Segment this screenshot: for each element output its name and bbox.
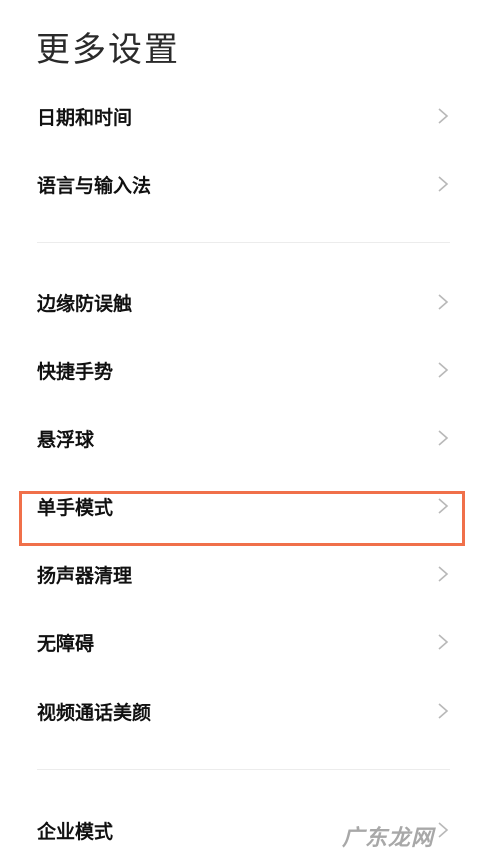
settings-item-label: 无障碍 — [37, 632, 95, 655]
settings-item-label: 企业模式 — [37, 820, 114, 843]
chevron-right-icon — [438, 430, 449, 446]
settings-item-label: 快捷手势 — [37, 360, 114, 383]
settings-item-label: 语言与输入法 — [37, 174, 152, 197]
settings-item-quick-gestures[interactable]: 快捷手势 — [0, 336, 479, 404]
chevron-right-icon — [438, 108, 449, 124]
settings-item-accessibility[interactable]: 无障碍 — [0, 608, 479, 676]
settings-item-edge-protection[interactable]: 边缘防误触 — [0, 268, 479, 336]
settings-item-date-time[interactable]: 日期和时间 — [0, 82, 479, 150]
settings-item-language-input[interactable]: 语言与输入法 — [0, 150, 479, 218]
settings-item-speaker-cleaning[interactable]: 扬声器清理 — [0, 540, 479, 608]
chevron-right-icon — [438, 176, 449, 192]
chevron-right-icon — [438, 566, 449, 582]
settings-item-floating-ball[interactable]: 悬浮球 — [0, 404, 479, 472]
settings-item-label: 扬声器清理 — [37, 564, 133, 587]
chevron-right-icon — [438, 294, 449, 310]
settings-item-label: 视频通话美颜 — [37, 701, 152, 724]
chevron-right-icon — [438, 634, 449, 650]
settings-item-label: 悬浮球 — [37, 428, 95, 451]
chevron-right-icon — [438, 822, 449, 838]
chevron-right-icon — [438, 362, 449, 378]
highlight-box — [19, 491, 465, 546]
chevron-right-icon — [438, 703, 449, 719]
page-title: 更多设置 — [36, 30, 180, 70]
watermark: 广东龙网 — [342, 826, 435, 851]
section-divider — [37, 242, 450, 243]
section-divider — [37, 769, 450, 770]
settings-item-label: 边缘防误触 — [37, 292, 133, 315]
settings-item-label: 日期和时间 — [37, 106, 133, 129]
settings-item-video-call-beauty[interactable]: 视频通话美颜 — [0, 677, 479, 745]
